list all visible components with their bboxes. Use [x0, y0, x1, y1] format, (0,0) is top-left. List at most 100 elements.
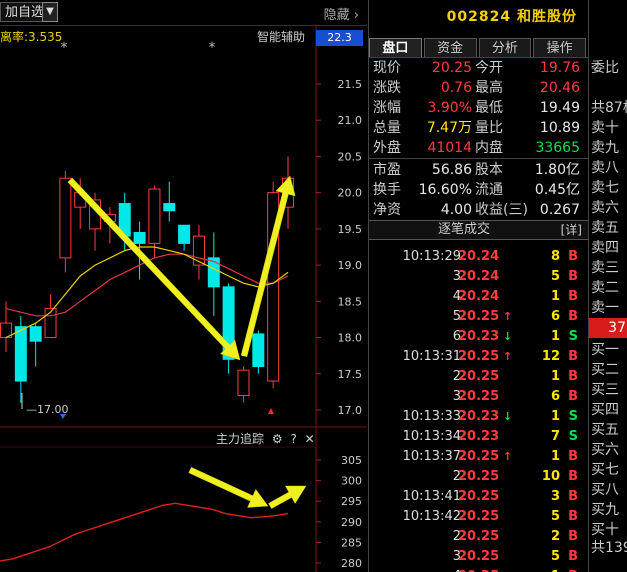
trade-row: 10:13:42 20.25 5 B	[369, 507, 588, 527]
trade-volume: 1	[550, 369, 560, 384]
chevron-down-icon[interactable]: ▼	[42, 2, 58, 22]
quote-value: 56.86	[431, 162, 472, 178]
gear-icon[interactable]: ⚙	[272, 432, 283, 446]
trade-row: 10:13:41 20.25 3 B	[369, 487, 588, 507]
quote-value: 0.45亿	[534, 182, 580, 198]
trade-row: 10:13:33 20.23 ↓ 1 S	[369, 407, 588, 427]
tab-funds[interactable]: 资金	[423, 38, 477, 57]
quote-label: 外盘	[373, 140, 401, 156]
trade-price: 20.25	[458, 567, 499, 572]
quote-value: 0.76	[440, 80, 472, 96]
trade-volume: 1	[550, 289, 560, 304]
quote-panel: 002824 和胜股份 盘口 资金 分析 操作 现价 20.25 今开 19.76 涨跌…	[368, 0, 588, 572]
indicator-line	[0, 502, 289, 562]
candle-body	[133, 232, 146, 244]
candle-body	[207, 257, 220, 288]
trade-price: 20.23	[458, 329, 500, 344]
quote-label: 今开	[475, 60, 503, 76]
trade-volume: 6	[550, 389, 560, 404]
quote-value: 4.00	[440, 202, 472, 218]
help-icon[interactable]: ?	[290, 432, 296, 446]
kline-chart[interactable]: 21.5 21.0 20.5 20.0 19.5 19.0 18.5 18.0 17.5 17.0…	[0, 0, 367, 572]
buy-level-label: 买一	[591, 342, 619, 358]
time-marker-icon	[268, 408, 274, 414]
quote-label: 最高	[475, 80, 503, 96]
trade-row: 2 20.25 1 B	[369, 367, 588, 387]
smart-assist-button[interactable]: 智能辅助	[257, 28, 305, 45]
indicator-tick-label: 300	[341, 475, 362, 488]
trade-row: 10:13:37 20.25 ↑ 1 B	[369, 447, 588, 467]
price-tick-label: 20.5	[338, 150, 363, 163]
trade-price: 20.25	[458, 489, 500, 504]
order-ratio-label: 委比	[591, 60, 619, 76]
trade-row: 10:13:34 20.23 7 S	[369, 427, 588, 447]
indicator-tick-label: 285	[341, 536, 362, 549]
trade-time: 10:13:31	[402, 349, 461, 364]
trade-direction-icon: ↑	[503, 310, 513, 323]
trade-row: 420.251B	[369, 567, 588, 572]
trade-side: B	[568, 289, 578, 304]
buy-level-label: 买六	[591, 442, 619, 458]
trade-row: 4 20.24 1 B	[369, 287, 588, 307]
tab-analysis[interactable]: 分析	[478, 38, 532, 57]
quote-label: 量比	[475, 120, 503, 136]
add-to-watchlist-button[interactable]: 加自选	[0, 2, 49, 22]
kline-chart-pane[interactable]: 21.5 21.0 20.5 20.0 19.5 19.0 18.5 18.0 17.5 17.0…	[0, 0, 367, 572]
price-tick-label: 17.0	[338, 404, 363, 417]
trade-side: B	[568, 349, 578, 364]
trade-row: 3 20.25 5 B	[369, 547, 588, 567]
trade-side: B	[568, 529, 578, 544]
quote-label: 涨幅	[373, 100, 401, 116]
quote-label: 涨跌	[373, 80, 401, 96]
trades-title: 逐笔成交	[437, 222, 490, 237]
hide-label: 隐藏	[323, 8, 350, 23]
trade-price: 20.25	[458, 449, 500, 464]
quote-label: 最低	[475, 100, 503, 116]
quote-label: 股本	[475, 162, 503, 178]
trade-volume: 3	[550, 489, 560, 504]
trade-price: 20.25	[458, 549, 500, 564]
price-tick-label: 18.0	[338, 332, 363, 345]
trade-price: 20.24	[458, 289, 500, 304]
trade-side: S	[568, 409, 578, 424]
quote-divider	[369, 158, 588, 159]
indicator-tick-label: 280	[341, 557, 362, 570]
quote-value: 16.60%	[418, 182, 472, 198]
trade-row: 10:13:31 20.25 ↑ 12 B	[369, 347, 588, 367]
price-tick-label: 20.0	[338, 187, 363, 200]
trades-detail-button[interactable]: [详]	[561, 221, 582, 239]
trade-row: 2 20.25 10 B	[369, 467, 588, 487]
indicator-arrow-up	[268, 485, 307, 509]
candle-body	[192, 235, 205, 266]
indicator-name[interactable]: 主力追踪	[216, 432, 264, 446]
trade-side: B	[568, 369, 578, 384]
tab-orderbook[interactable]: 盘口	[369, 38, 422, 57]
trade-side: B	[568, 509, 578, 524]
trade-volume: 12	[541, 349, 560, 364]
hide-panel-button[interactable]: 隐藏 ›	[324, 4, 359, 23]
indicator-tick-label: 290	[341, 516, 362, 529]
trade-direction-icon: ↓	[503, 330, 513, 343]
quote-row: 涨跌 0.76 最高 20.46	[369, 78, 588, 98]
quote-value: 41014	[427, 140, 472, 156]
buy-level-label: 买七	[591, 462, 619, 478]
trade-side: B	[568, 567, 578, 572]
trade-row: 10:13:29 20.24 8 B	[369, 247, 588, 267]
order-book-panel: 委比 共87档 卖十卖九卖八卖七卖六卖五卖四卖三卖二卖一 37 买一买二买三买四…	[588, 0, 627, 572]
trade-row: 3 20.24 5 B	[369, 267, 588, 287]
sell-level-label: 卖三	[591, 260, 619, 276]
tab-operation[interactable]: 操作	[533, 38, 586, 57]
quote-value: 20.46	[539, 80, 580, 96]
trade-volume: 5	[550, 549, 560, 564]
trade-price: 20.25	[458, 309, 500, 324]
quote-value: 19.49	[539, 100, 580, 116]
sell-level-label: 卖五	[591, 220, 619, 236]
price-tick-label: 17.5	[338, 368, 363, 381]
trade-price: 20.25	[458, 389, 500, 404]
quote-label: 净资	[373, 202, 401, 218]
candle-body	[252, 333, 265, 368]
trade-side: S	[568, 429, 578, 444]
close-icon[interactable]: ✕	[305, 432, 315, 446]
price-tick-label: 19.0	[338, 259, 363, 272]
trades-header: 逐笔成交 [详]	[369, 220, 588, 240]
